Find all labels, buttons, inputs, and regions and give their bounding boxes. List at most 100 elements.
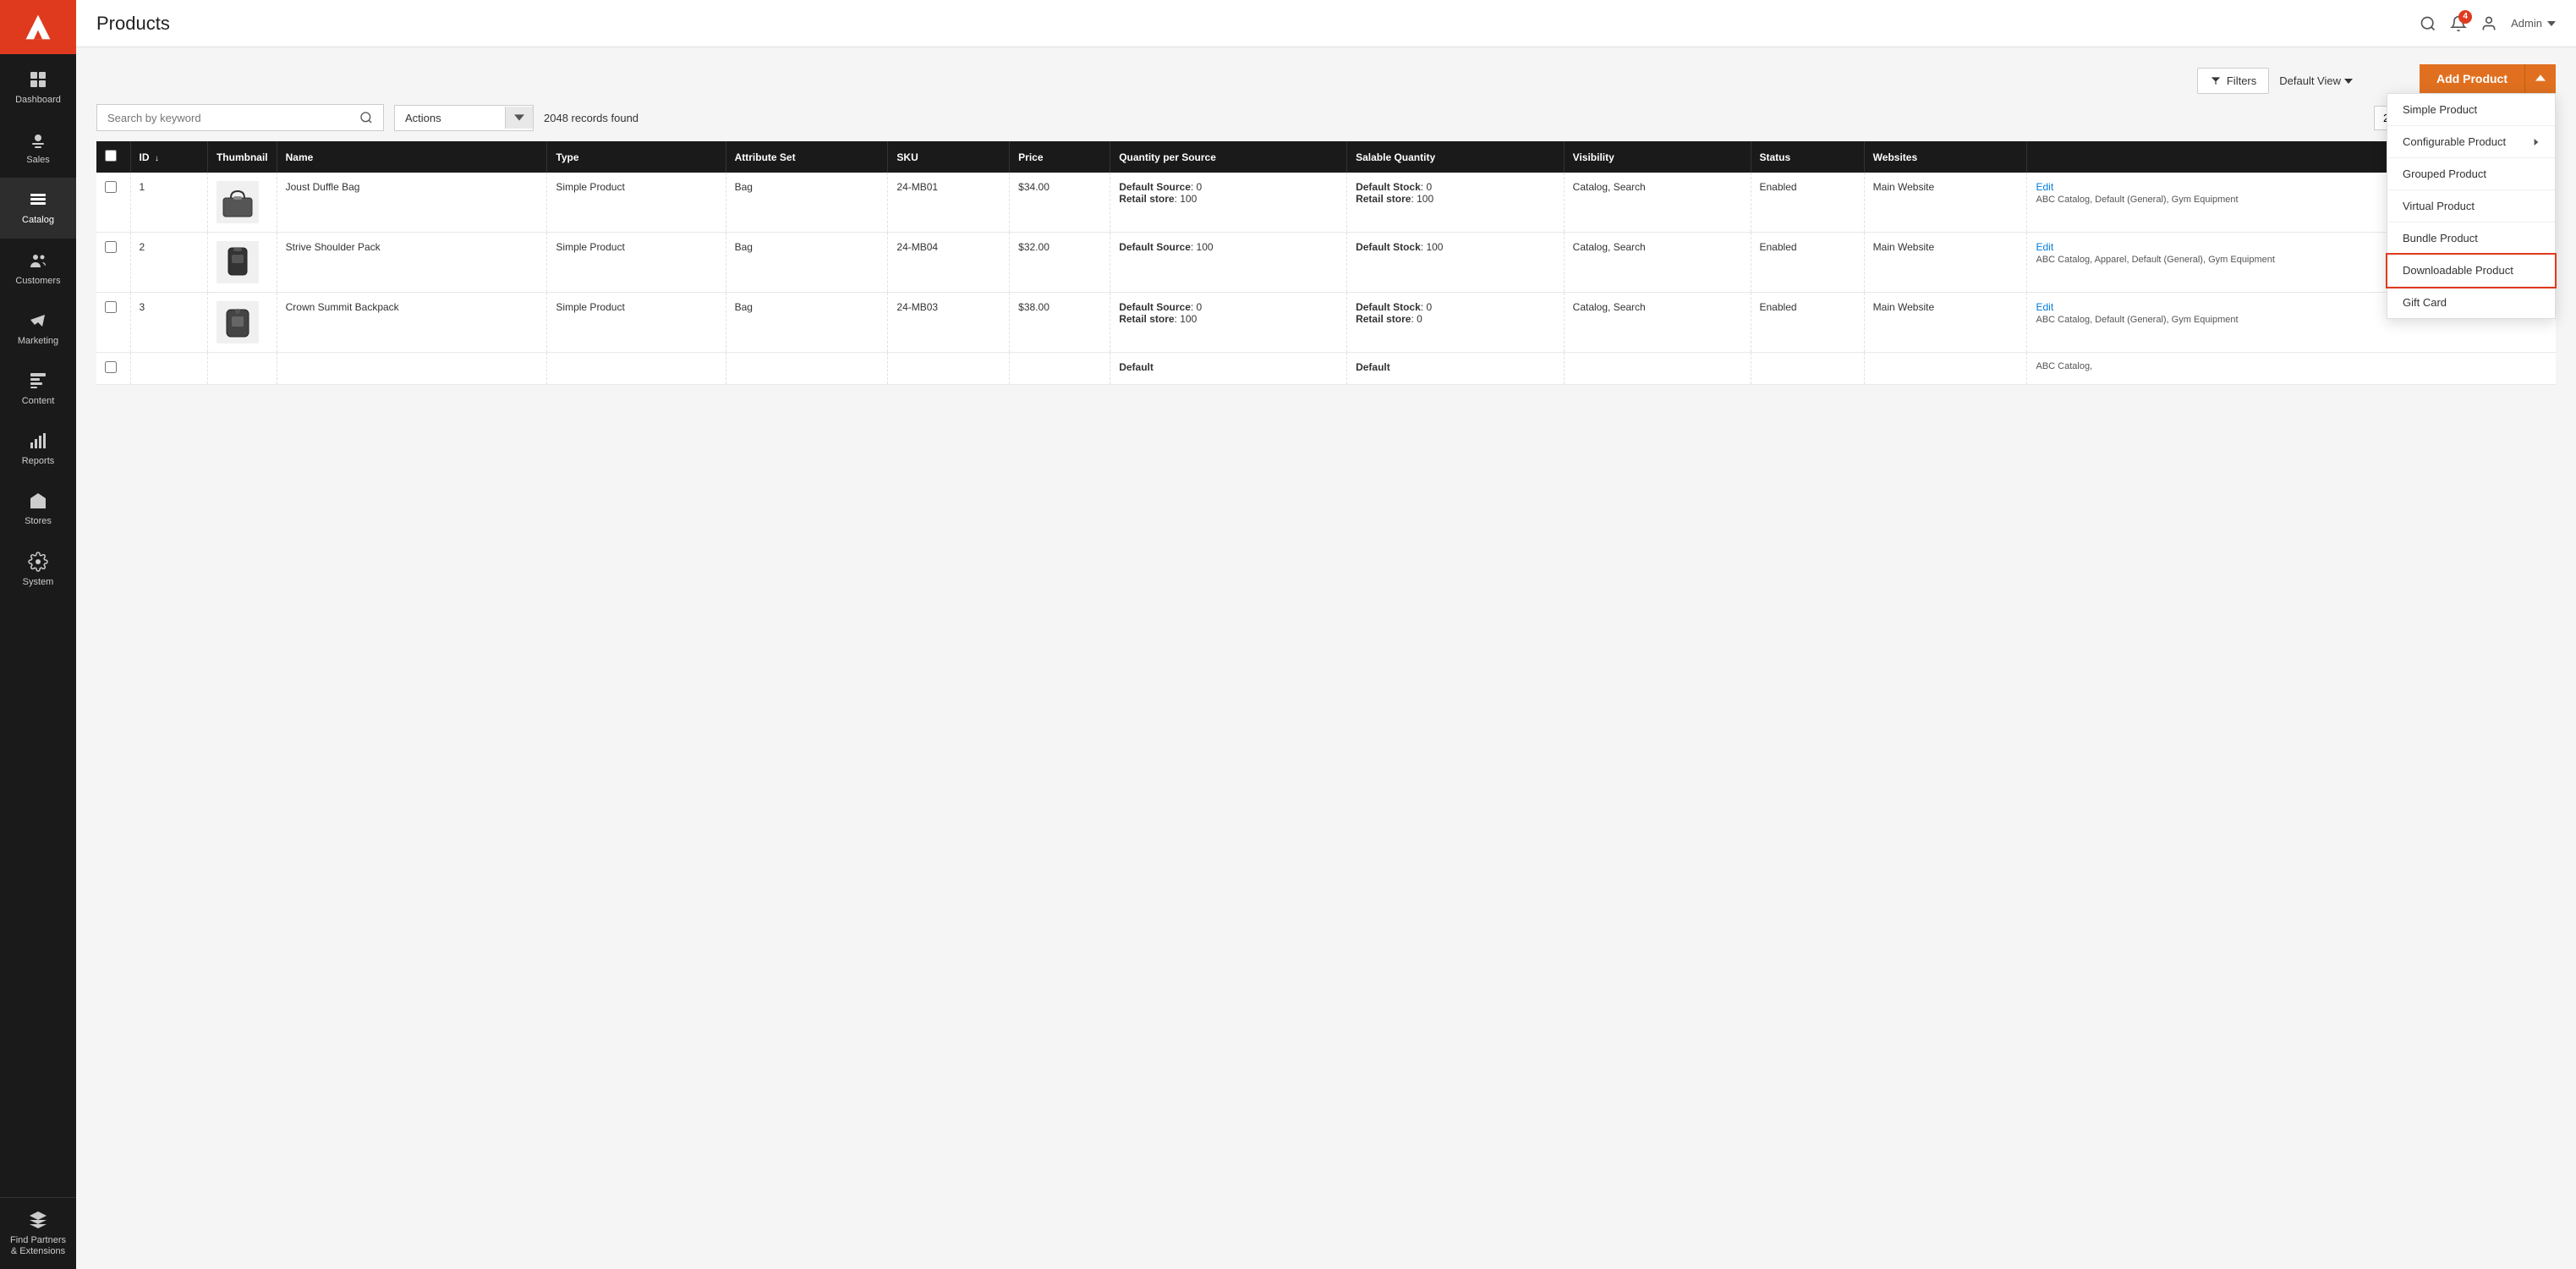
customers-icon — [28, 250, 48, 271]
row4-checkbox[interactable] — [105, 361, 117, 373]
chevron-right-icon — [2533, 139, 2540, 146]
table-row: 2 Strive Shoulder Pack — [96, 233, 2556, 293]
sidebar-item-customers[interactable]: Customers — [0, 239, 76, 299]
actions-dropdown-arrow[interactable] — [505, 107, 533, 129]
sidebar-item-catalog[interactable]: Catalog — [0, 178, 76, 238]
add-product-button[interactable]: Add Product — [2420, 64, 2525, 93]
row3-edit-link[interactable]: Edit — [2036, 301, 2053, 313]
sidebar-item-stores[interactable]: Stores — [0, 479, 76, 539]
dropdown-item-virtual[interactable]: Virtual Product — [2387, 190, 2555, 222]
page-title: Products — [96, 13, 2420, 35]
filters-label: Filters — [2227, 74, 2256, 87]
sales-icon — [28, 129, 48, 150]
select-all-checkbox[interactable] — [105, 150, 117, 162]
th-attribute-set: Attribute Set — [726, 141, 888, 173]
row4-action-links: ABC Catalog, — [2036, 361, 2547, 371]
row1-sku: 24-MB01 — [888, 173, 1010, 233]
row1-qty-per-source: Default Source: 0 Retail store: 100 — [1110, 173, 1347, 233]
user-area[interactable]: Admin — [2511, 17, 2556, 30]
search-input[interactable] — [107, 112, 353, 124]
sidebar-item-customers-label: Customers — [15, 276, 60, 287]
extensions-icon — [28, 1210, 48, 1230]
user-menu-button[interactable] — [2480, 15, 2497, 32]
row3-attribute-set: Bag — [726, 293, 888, 353]
stores-icon — [28, 491, 48, 511]
row1-thumbnail — [207, 173, 277, 233]
row1-edit-link[interactable]: Edit — [2036, 181, 2053, 193]
row1-checkbox[interactable] — [105, 181, 117, 193]
th-id: ID ↓ — [130, 141, 207, 173]
default-view-label: Default View — [2279, 74, 2341, 87]
row3-id: 3 — [130, 293, 207, 353]
th-visibility: Visibility — [1564, 141, 1751, 173]
row3-thumb-img — [216, 301, 259, 343]
page-content: Add Product Simple Product Configurable … — [76, 47, 2576, 1269]
header-actions: 4 Admin — [2420, 15, 2556, 32]
chevron-down-icon — [2547, 21, 2556, 26]
row2-checkbox-cell — [96, 233, 130, 293]
row1-price: $34.00 — [1010, 173, 1110, 233]
row1-websites: Main Website — [1864, 173, 2027, 233]
row2-edit-link[interactable]: Edit — [2036, 241, 2053, 253]
row2-price: $32.00 — [1010, 233, 1110, 293]
row2-id: 2 — [130, 233, 207, 293]
sidebar-item-content[interactable]: Content — [0, 359, 76, 419]
row3-checkbox[interactable] — [105, 301, 117, 313]
sidebar-item-dashboard[interactable]: Dashboard — [0, 58, 76, 118]
row3-sku: 24-MB03 — [888, 293, 1010, 353]
actions-select[interactable]: Actions — [395, 106, 505, 130]
row4-id — [130, 353, 207, 385]
sidebar-item-sales[interactable]: Sales — [0, 118, 76, 178]
sidebar-item-reports[interactable]: Reports — [0, 419, 76, 479]
row1-type: Simple Product — [547, 173, 726, 233]
filter-icon — [2210, 75, 2222, 87]
row1-salable-qty: Default Stock: 0 Retail store: 100 — [1347, 173, 1565, 233]
table-row: 3 Crown Summit Backpack — [96, 293, 2556, 353]
sidebar-item-marketing[interactable]: Marketing — [0, 299, 76, 359]
dropdown-item-gift-card[interactable]: Gift Card — [2387, 287, 2555, 318]
row4-attribute-set — [726, 353, 888, 385]
user-icon — [2480, 15, 2497, 32]
row4-visibility — [1564, 353, 1751, 385]
row1-thumb-img — [216, 181, 259, 223]
notification-badge: 4 — [2458, 10, 2472, 24]
sort-indicator: ↓ — [155, 154, 159, 163]
row4-thumbnail — [207, 353, 277, 385]
row3-qty-per-source: Default Source: 0 Retail store: 100 — [1110, 293, 1347, 353]
sidebar-item-find-partners-label: Find Partners & Extensions — [7, 1235, 69, 1257]
search-button[interactable] — [2420, 15, 2436, 32]
th-checkbox — [96, 141, 130, 173]
row4-status — [1751, 353, 1864, 385]
row2-visibility: Catalog, Search — [1564, 233, 1751, 293]
system-icon — [28, 552, 48, 572]
add-product-dropdown: Simple Product Configurable Product Grou… — [2387, 93, 2556, 319]
add-product-toggle-button[interactable] — [2525, 64, 2556, 93]
th-thumbnail: Thumbnail — [207, 141, 277, 173]
sidebar-item-find-partners[interactable]: Find Partners & Extensions — [0, 1197, 76, 1269]
row1-status: Enabled — [1751, 173, 1864, 233]
sidebar-item-system[interactable]: System — [0, 540, 76, 600]
marketing-icon — [28, 310, 48, 331]
th-type: Type — [547, 141, 726, 173]
dropdown-item-configurable[interactable]: Configurable Product — [2387, 126, 2555, 158]
th-status: Status — [1751, 141, 1864, 173]
sidebar-item-content-label: Content — [22, 396, 55, 407]
filters-button[interactable]: Filters — [2197, 68, 2269, 94]
th-sku: SKU — [888, 141, 1010, 173]
backpack2-thumbnail-icon — [216, 301, 259, 343]
dropdown-item-downloadable[interactable]: Downloadable Product — [2387, 255, 2555, 287]
sidebar-item-reports-label: Reports — [22, 456, 55, 467]
row2-checkbox[interactable] — [105, 241, 117, 253]
sidebar-item-system-label: System — [23, 577, 54, 588]
actions-chevron-icon — [514, 113, 524, 123]
logo[interactable] — [0, 0, 76, 54]
row2-attribute-set: Bag — [726, 233, 888, 293]
th-websites: Websites — [1864, 141, 2027, 173]
dropdown-item-grouped[interactable]: Grouped Product — [2387, 158, 2555, 190]
notifications-button[interactable]: 4 — [2450, 15, 2467, 32]
row2-sku: 24-MB04 — [888, 233, 1010, 293]
table-row: 1 Joust Duffle Bag — [96, 173, 2556, 233]
dropdown-item-simple[interactable]: Simple Product — [2387, 94, 2555, 126]
row3-thumbnail — [207, 293, 277, 353]
dropdown-item-bundle[interactable]: Bundle Product — [2387, 222, 2555, 255]
